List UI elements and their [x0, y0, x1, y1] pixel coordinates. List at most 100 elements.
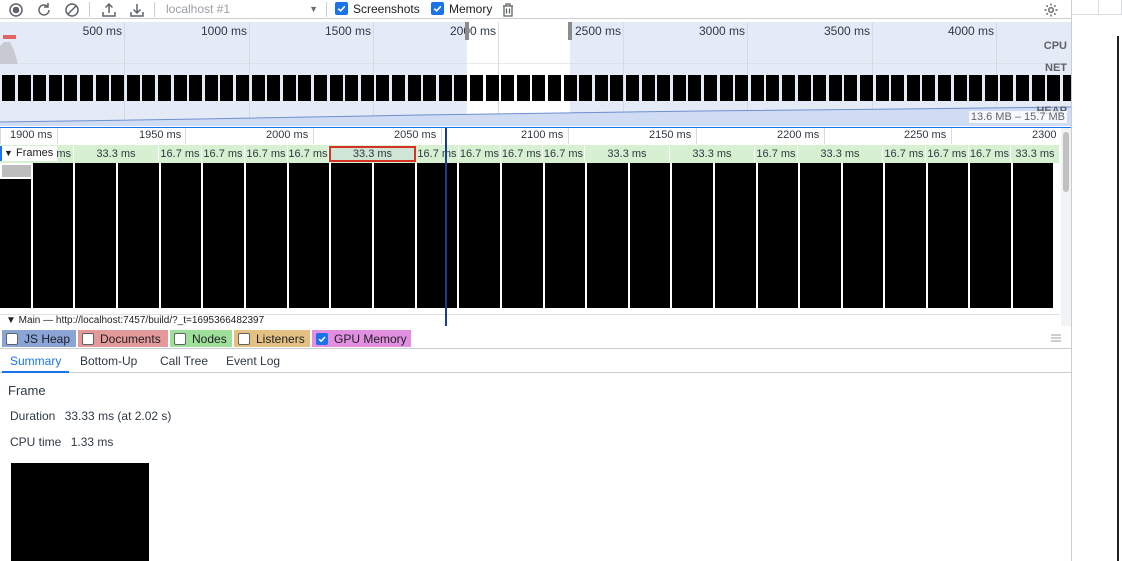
tab-bottom-up[interactable]: Bottom-Up	[72, 350, 145, 373]
screenshots-checkbox[interactable]	[335, 2, 348, 15]
frame-segment[interactable]: 33.3 ms	[670, 146, 755, 162]
target-select-value: localhost #1	[166, 2, 231, 16]
upload-icon[interactable]	[99, 0, 119, 19]
frame-segment[interactable]: 33.3 ms	[798, 146, 883, 162]
memory-label[interactable]: Memory	[449, 2, 492, 16]
frames-track-label[interactable]: ▼ Frames	[0, 146, 58, 161]
overview-screenshot	[782, 75, 795, 101]
frame-screenshot	[885, 163, 926, 308]
main-thread-track[interactable]: ▼ Main — http://localhost:7457/build/?_t…	[0, 314, 1060, 326]
frame-segment-selected[interactable]: 33.3 ms	[329, 146, 416, 162]
overview-screenshot	[1063, 75, 1071, 101]
overview-screenshot	[392, 75, 405, 101]
frame-segment[interactable]: 16.7 ms	[202, 146, 245, 162]
timeline-overview[interactable]: 500 ms 1000 ms 1500 ms 2000 ms 2500 ms 3…	[0, 22, 1071, 126]
trash-icon[interactable]	[498, 0, 518, 19]
frame-segment[interactable]: 16.7 ms	[245, 146, 288, 162]
frame-screenshot	[203, 163, 244, 308]
summary-title: Frame	[8, 383, 46, 398]
documents-toggle[interactable]: Documents	[78, 330, 168, 347]
overview-screenshot	[142, 75, 155, 101]
details-tabbar: Summary Bottom-Up Call Tree Event Log	[0, 350, 1071, 373]
listeners-toggle[interactable]: Listeners	[234, 330, 310, 347]
frame-screenshot	[33, 163, 73, 308]
frame-segment[interactable]: 16.7 ms	[969, 146, 1011, 162]
record-icon[interactable]	[6, 0, 26, 19]
expand-triangle-icon[interactable]: ▼	[4, 148, 13, 158]
tab-event-log[interactable]: Event Log	[218, 350, 288, 373]
screenshots-label[interactable]: Screenshots	[353, 2, 420, 16]
overview-screenshot	[298, 75, 311, 101]
tab-call-tree[interactable]: Call Tree	[152, 350, 216, 373]
frame-screenshot	[75, 163, 116, 308]
resize-grip-icon[interactable]	[1051, 334, 1061, 342]
overview-screenshot	[735, 75, 748, 101]
gpu-memory-toggle[interactable]: GPU Memory	[312, 330, 411, 347]
gpu-memory-label: GPU Memory	[334, 331, 407, 346]
frame-segment[interactable]: 16.7 ms	[159, 146, 202, 162]
tab-summary[interactable]: Summary	[2, 350, 70, 373]
frame-segment[interactable]: 33.3 ms	[1011, 146, 1060, 162]
side-pane-edge	[1117, 36, 1119, 561]
timeline-scrollbar[interactable]	[1061, 128, 1071, 326]
cpu-chart	[0, 42, 1060, 64]
overview-screenshot	[96, 75, 109, 101]
net-track-label: NET	[1045, 62, 1067, 74]
frame-segment[interactable]: 16.7 ms	[755, 146, 798, 162]
chevron-down-icon: ▼	[309, 4, 318, 14]
target-select[interactable]: localhost #1 ▼	[160, 1, 320, 18]
overview-filmstrip	[0, 75, 1071, 101]
overview-screenshot	[1032, 75, 1045, 101]
timeline-flamechart[interactable]: 1900 ms 1950 ms 2000 ms 2050 ms 2100 ms …	[0, 127, 1071, 326]
frames-track[interactable]: ms 33.3 ms 16.7 ms 16.7 ms 16.7 ms 16.7 …	[0, 145, 1060, 163]
frame-screenshot	[970, 163, 1011, 308]
frame-screenshot	[374, 163, 415, 308]
overview-screenshot	[470, 75, 483, 101]
overview-screenshot	[174, 75, 187, 101]
ruler-tick: 2050 ms	[394, 129, 437, 141]
gpu-memory-checkbox[interactable]	[316, 332, 328, 345]
reload-icon[interactable]	[34, 0, 54, 19]
listeners-checkbox[interactable]	[238, 332, 250, 345]
clear-icon[interactable]	[62, 0, 82, 19]
frame-segment[interactable]: 33.3 ms	[74, 146, 159, 162]
frame-segment[interactable]: 16.7 ms	[926, 146, 969, 162]
overview-screenshot	[891, 75, 904, 101]
frame-segment[interactable]: 16.7 ms	[501, 146, 543, 162]
frame-screenshot	[630, 163, 670, 308]
frame-screenshot	[289, 163, 329, 308]
nodes-toggle[interactable]: Nodes	[170, 330, 232, 347]
duration-value: 33.33 ms (at 2.02 s)	[64, 409, 172, 423]
overview-screenshot	[314, 75, 327, 101]
overview-screenshot	[2, 75, 15, 101]
frame-segment[interactable]: 16.7 ms	[288, 146, 329, 162]
frame-segment[interactable]: 16.7 ms	[543, 146, 585, 162]
documents-checkbox[interactable]	[82, 332, 94, 345]
nodes-checkbox[interactable]	[174, 332, 186, 345]
side-pane-tab[interactable]	[1098, 0, 1122, 15]
ruler-tick: 1950 ms	[139, 129, 182, 141]
ruler-tick: 2300	[1032, 129, 1057, 141]
duration-label: Duration	[10, 409, 56, 423]
cpu-time-value: 1.33 ms	[70, 435, 114, 449]
memory-checkbox[interactable]	[431, 2, 444, 15]
overview-screenshot	[969, 75, 982, 101]
overview-screenshot	[704, 75, 717, 101]
overview-screenshot	[657, 75, 670, 101]
scrollbar-thumb[interactable]	[1063, 132, 1069, 192]
overview-screenshot	[220, 75, 233, 101]
overview-screenshot	[876, 75, 889, 101]
overview-screenshot	[922, 75, 935, 101]
frame-segment[interactable]: 16.7 ms	[883, 146, 926, 162]
gear-icon[interactable]	[1041, 0, 1061, 19]
js-heap-toggle[interactable]: JS Heap	[2, 330, 76, 347]
frame-screenshot	[587, 163, 628, 308]
js-heap-checkbox[interactable]	[6, 332, 18, 345]
overview-screenshot	[720, 75, 733, 101]
documents-label: Documents	[100, 331, 161, 346]
download-icon[interactable]	[127, 0, 147, 19]
frame-segment[interactable]: 16.7 ms	[416, 146, 459, 162]
frame-segment[interactable]: 33.3 ms	[585, 146, 670, 162]
overview-screenshot	[938, 75, 951, 101]
frame-segment[interactable]: 16.7 ms	[459, 146, 501, 162]
